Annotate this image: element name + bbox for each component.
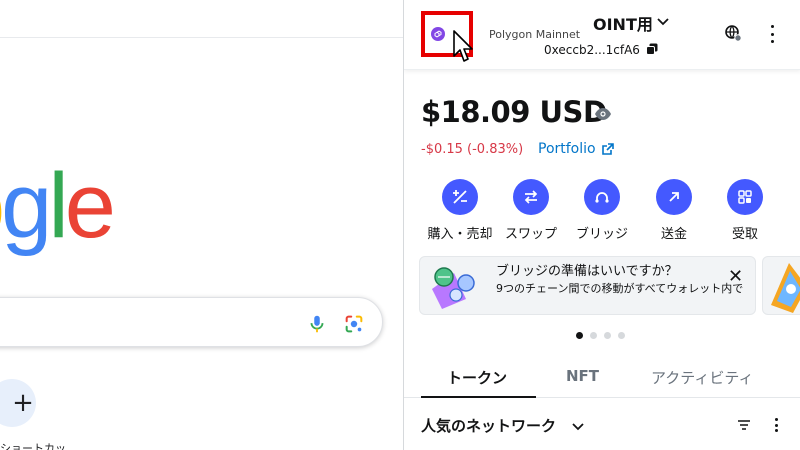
carousel-dot[interactable] [590,332,597,339]
carousel-dot[interactable] [576,332,583,339]
bridge-promo-banner[interactable]: ブリッジの準備はいいですか？ 9つのチェーン間での移動がすべてウォレット内で ✕ [419,256,756,315]
google-homepage: ogle + ショートカッ [0,0,403,450]
receive-button[interactable]: 受取 [710,179,780,242]
receive-label: 受取 [731,227,758,242]
next-banner-illustration [771,263,800,313]
close-icon[interactable]: ✕ [728,266,743,287]
account-options-icon[interactable] [768,25,776,43]
bridge-button[interactable]: ブリッジ [567,179,637,242]
wallet-extension-panel: ⌄ Polygon Mainnet OINT用 0xeccb2...1cfA6 … [403,0,800,450]
google-logo: ogle [0,155,116,257]
logo-letter-g: g [1,155,52,257]
global-network-menu-icon[interactable] [724,24,742,42]
buy-sell-label: 購入・売却 [427,227,493,242]
account-name[interactable]: OINT用 [593,11,653,35]
portfolio-label: Portfolio [538,141,596,157]
portfolio-link[interactable]: Portfolio [538,141,614,157]
mouse-cursor-icon [453,30,473,62]
account-chevron-down-icon[interactable] [656,15,670,29]
next-promo-banner[interactable] [762,256,800,315]
active-tab-indicator [421,396,536,398]
eye-icon[interactable] [594,107,612,121]
token-list-options-icon[interactable] [774,418,778,432]
bridge-icon [584,179,620,215]
network-name-tooltip: Polygon Mainnet [487,27,583,42]
add-shortcut-button[interactable]: + [0,379,36,427]
swap-button[interactable]: スワップ [496,179,566,242]
swap-icon [513,179,549,215]
bridge-promo-illustration [432,267,475,309]
banner-title: ブリッジの準備はいいですか？ [496,264,678,279]
microphone-icon[interactable] [306,313,328,335]
banner-body: 9つのチェーン間での移動がすべてウォレット内で [496,282,744,295]
plus-minus-icon [442,179,478,215]
header-divider [0,37,403,38]
logo-letter-l: l [48,155,69,257]
copy-icon[interactable] [646,43,658,55]
bridge-label: ブリッジ [575,227,628,242]
google-lens-icon[interactable] [343,313,365,335]
receive-qr-icon [727,179,763,215]
total-balance: $18.09 USD [421,95,607,129]
tab-tokens[interactable]: トークン [447,367,507,388]
tab-nft[interactable]: NFT [566,367,599,385]
swap-label: スワップ [504,227,557,242]
sort-filter-icon[interactable] [737,419,751,431]
balance-change: -$0.15 (-0.83%) [421,142,524,157]
send-button[interactable]: 送金 [639,179,709,242]
logo-letter-e: e [64,155,116,257]
polygon-network-icon [431,27,445,41]
carousel-indicator [576,332,625,339]
tab-activity[interactable]: アクティビティ [651,367,753,388]
chevron-down-icon[interactable] [571,420,585,434]
carousel-dot[interactable] [604,332,611,339]
popular-networks-filter[interactable]: 人気のネットワーク [421,415,556,436]
carousel-dot[interactable] [618,332,625,339]
shortcut-label: ショートカッ [0,442,66,450]
plus-icon: + [12,388,34,418]
buy-sell-button[interactable]: 購入・売却 [425,179,495,242]
send-arrow-icon [656,179,692,215]
send-label: 送金 [660,227,687,242]
external-link-icon [601,142,614,155]
account-address[interactable]: 0xeccb2...1cfA6 [544,43,640,57]
